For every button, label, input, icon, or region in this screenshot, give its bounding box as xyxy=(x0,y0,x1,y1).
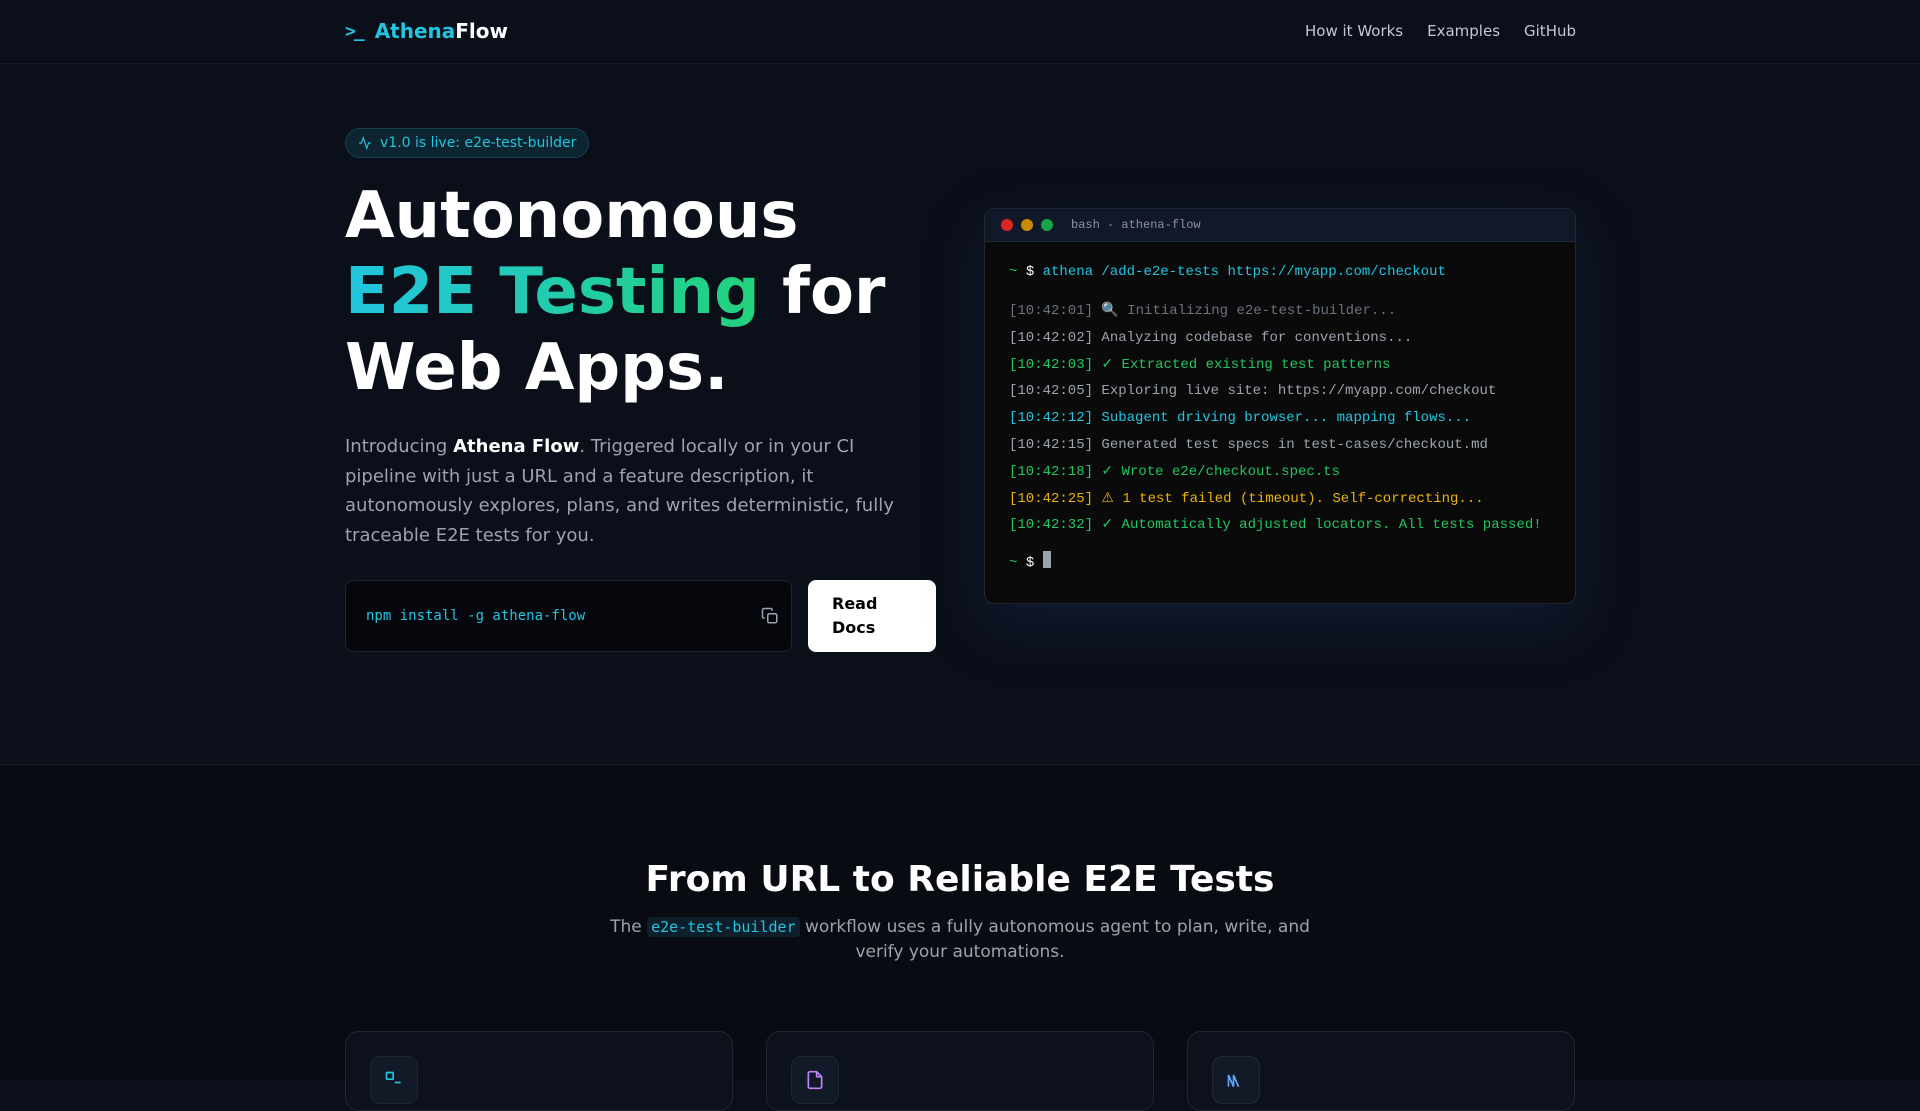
dollar: $ xyxy=(1025,555,1035,572)
log-line: [10:42:05] Exploring live site: https://… xyxy=(1009,383,1497,400)
dollar: $ xyxy=(1025,264,1035,280)
logo-suffix: Flow xyxy=(455,19,508,43)
section-title: From URL to Reliable E2E Tests xyxy=(645,859,1275,900)
terminal-title: bash - athena-flow xyxy=(1071,218,1201,232)
release-badge[interactable]: v1.0 is live: e2e-test-builder xyxy=(345,128,590,158)
title-highlight: E2E Testing xyxy=(345,255,760,329)
log-line: [10:42:01] 🔍 Initializing e2e-test-build… xyxy=(1009,303,1397,319)
top-nav: >_ Athena Flow How it Works Examples GitH… xyxy=(0,0,1920,64)
feature-card xyxy=(1187,1031,1575,1111)
how-it-works-section: From URL to Reliable E2E Tests The e2e-t… xyxy=(0,764,1920,1111)
title-line-3: Web Apps. xyxy=(345,331,729,405)
log-line: [10:42:32] ✓ Automatically adjusted loca… xyxy=(1009,517,1542,534)
install-command-box: npm install -g athena-flow xyxy=(345,580,792,652)
prompt: ~ xyxy=(1009,555,1018,572)
wave-icon xyxy=(1212,1056,1260,1104)
log-line: [10:42:03] ✓ Extracted existing test pat… xyxy=(1009,356,1391,373)
read-docs-button[interactable]: Read Docs xyxy=(808,580,936,652)
terminal-square-icon xyxy=(370,1056,418,1104)
feature-card xyxy=(766,1031,1154,1111)
command-text: athena /add-e2e-tests https://myapp.com/… xyxy=(1042,264,1446,280)
cursor xyxy=(1042,551,1051,569)
title-for: for xyxy=(759,255,886,329)
log-line: [10:42:25] ⚠ 1 test failed (timeout). Se… xyxy=(1009,490,1484,507)
minimize-dot xyxy=(1021,219,1033,231)
title-line-1: Autonomous xyxy=(345,179,799,253)
logo[interactable]: >_ Athena Flow xyxy=(345,19,508,43)
terminal-titlebar: bash - athena-flow xyxy=(985,209,1575,242)
install-command: npm install -g athena-flow xyxy=(366,608,586,624)
terminal-prompt: ~ $ xyxy=(1009,551,1551,573)
logo-prefix: Athena xyxy=(374,19,456,43)
terminal-window: bash - athena-flow ~ $ athena /add-e2e-t… xyxy=(984,208,1576,604)
log-line: [10:42:12] Subagent driving browser... m… xyxy=(1009,410,1472,427)
log-line: [10:42:02] Analyzing codebase for conven… xyxy=(1009,329,1413,346)
terminal-command: ~ $ athena /add-e2e-tests https://myapp.… xyxy=(1009,264,1551,286)
para-pre: Introducing xyxy=(345,436,454,457)
badge-text: v1.0 is live: e2e-test-builder xyxy=(380,135,577,151)
workflow-code: e2e-test-builder xyxy=(647,917,800,937)
log-line: [10:42:18] ✓ Wrote e2e/checkout.spec.ts xyxy=(1009,463,1340,480)
section-subtitle: The e2e-test-builder workflow uses a ful… xyxy=(610,917,1310,962)
activity-icon xyxy=(359,136,371,150)
prompt: ~ xyxy=(1009,264,1018,280)
copy-icon[interactable] xyxy=(761,607,779,625)
nav-link-how-it-works[interactable]: How it Works xyxy=(1305,22,1403,40)
hero-title: Autonomous E2E Testing for Web Apps. xyxy=(345,178,965,406)
log-line: [10:42:15] Generated test specs in test-… xyxy=(1009,436,1488,453)
close-dot xyxy=(1001,219,1013,231)
file-code-icon xyxy=(791,1056,839,1104)
para-bold: Athena Flow xyxy=(453,436,580,457)
terminal-icon: >_ xyxy=(345,20,365,42)
nav-link-examples[interactable]: Examples xyxy=(1427,22,1500,40)
feature-card xyxy=(345,1031,733,1111)
nav-link-github[interactable]: GitHub xyxy=(1524,22,1576,40)
maximize-dot xyxy=(1041,219,1053,231)
hero-description: Introducing Athena Flow. Triggered local… xyxy=(345,432,925,550)
